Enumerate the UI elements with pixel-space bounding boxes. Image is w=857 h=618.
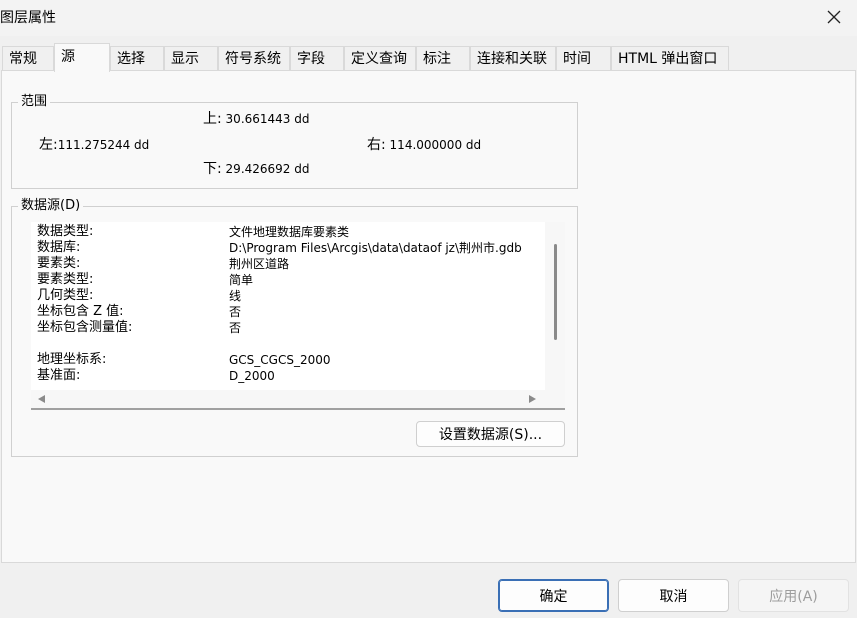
tab-selection[interactable]: 选择	[110, 46, 164, 71]
close-icon	[827, 10, 841, 24]
tab-definition-query[interactable]: 定义查询	[344, 46, 416, 71]
scroll-left-icon[interactable]	[38, 395, 45, 403]
tab-symbology[interactable]: 符号系统	[218, 46, 290, 71]
scroll-right-icon[interactable]	[529, 395, 536, 403]
extent-top-value: 30.661443 dd	[225, 112, 310, 126]
window-title: 图层属性	[0, 10, 56, 26]
tab-source[interactable]: 源	[54, 43, 110, 72]
datasource-info-box[interactable]: 数据类型: 文件地理数据库要素类 数据库: D:\Program Files\Arc…	[31, 222, 565, 410]
vertical-scrollbar[interactable]	[545, 222, 565, 390]
extent-bottom-value: 29.426692 dd	[225, 162, 310, 176]
tab-joins-relates[interactable]: 连接和关联	[470, 46, 556, 71]
tab-time[interactable]: 时间	[556, 46, 611, 71]
horizontal-scrollbar[interactable]	[31, 390, 565, 408]
extent-right-value: 114.000000 dd	[389, 138, 482, 152]
extent-left: 左:111.275244 dd	[39, 137, 150, 153]
close-button[interactable]	[811, 0, 857, 34]
scrollbar-thumb[interactable]	[554, 244, 557, 340]
tab-labels[interactable]: 标注	[416, 46, 470, 71]
ok-button[interactable]: 确定	[498, 579, 609, 612]
datasource-info-content: 数据类型: 文件地理数据库要素类 数据库: D:\Program Files\Arc…	[37, 224, 522, 383]
extent-top: 上: 30.661443 dd	[203, 111, 310, 127]
extent-bottom: 下: 29.426692 dd	[203, 161, 310, 177]
apply-button[interactable]: 应用(A)	[738, 579, 849, 612]
tab-fields[interactable]: 字段	[290, 46, 344, 71]
set-datasource-button[interactable]: 设置数据源(S)...	[416, 421, 565, 447]
extent-right: 右: 114.000000 dd	[367, 137, 482, 153]
datasource-legend: 数据源(D)	[18, 198, 84, 214]
tab-html-popup[interactable]: HTML 弹出窗口	[611, 46, 729, 71]
extent-legend: 范围	[18, 94, 51, 110]
extent-left-value: 111.275244 dd	[57, 138, 150, 152]
title-bar: 图层属性	[0, 0, 857, 36]
tab-display[interactable]: 显示	[164, 46, 218, 71]
extent-group: 范围 上: 30.661443 dd 左:111.275244 dd 右: 11…	[11, 94, 578, 189]
cancel-button[interactable]: 取消	[618, 579, 729, 612]
tab-general[interactable]: 常规	[2, 46, 54, 71]
tab-bar: 常规 源 选择 显示 符号系统 字段 定义查询 标注 连接和关联 时间 HTML…	[0, 43, 857, 72]
